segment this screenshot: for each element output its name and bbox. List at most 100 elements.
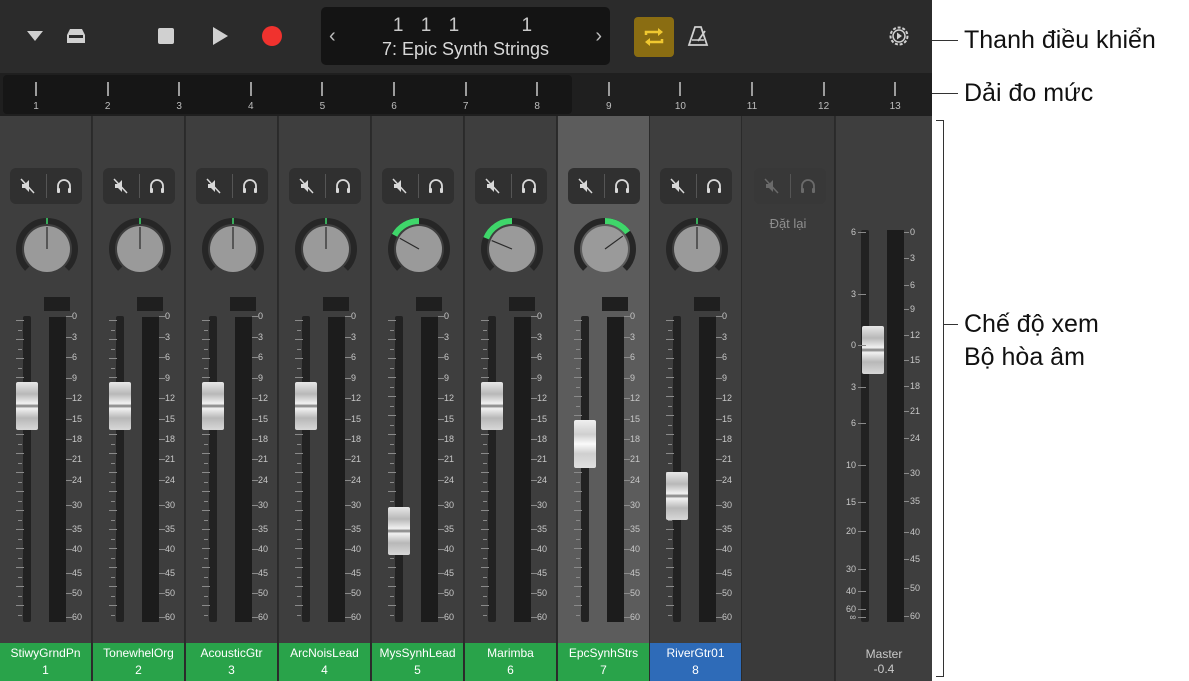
channel-strip-5[interactable]: 0 3 6 9 12 15 18 21 24 30 35 40 45 50 60 MysSynhLead 5: [372, 116, 464, 681]
track-name-plate[interactable]: AcousticGtr 3: [186, 643, 277, 681]
chevron-down-icon[interactable]: [19, 20, 51, 52]
channel-strip-2[interactable]: 0 3 6 9 12 15 18 21 24 30 35 40 45 50 60 TonewhelOrg 2: [93, 116, 185, 681]
fader-track[interactable]: [673, 316, 681, 622]
metronome-icon[interactable]: [682, 20, 714, 52]
fader-tick: [297, 500, 301, 502]
fader-track[interactable]: [488, 316, 496, 622]
track-name: EpcSynhStrs: [568, 646, 639, 660]
pan-knob[interactable]: [200, 216, 266, 282]
settings-icon[interactable]: [883, 20, 915, 52]
master-volume-fader[interactable]: [862, 326, 884, 374]
mute-icon[interactable]: [660, 168, 696, 204]
volume-fader[interactable]: [388, 507, 410, 555]
headphones-icon[interactable]: [139, 168, 175, 204]
reset-label[interactable]: Đặt lại: [742, 216, 834, 231]
record-icon[interactable]: [256, 20, 288, 52]
track-name-plate[interactable]: ArcNoisLead 4: [279, 643, 370, 681]
meter-strip-label: 7: [462, 101, 469, 112]
headphones-icon[interactable]: [696, 168, 732, 204]
fader-track[interactable]: [209, 316, 217, 622]
mute-icon[interactable]: [289, 168, 325, 204]
track-name-plate[interactable]: EpcSynhStrs 7: [558, 643, 649, 681]
cycle-icon[interactable]: [634, 17, 674, 57]
volume-fader[interactable]: [295, 382, 317, 430]
volume-fader[interactable]: [202, 382, 224, 430]
fader-track[interactable]: [395, 316, 403, 622]
fader-tick: [295, 510, 303, 511]
stop-icon[interactable]: [150, 20, 182, 52]
fader-track[interactable]: [23, 316, 31, 622]
fader-tick: [16, 472, 24, 473]
mute-icon[interactable]: [10, 168, 46, 204]
channel-strip-8[interactable]: 0 3 6 9 12 15 18 21 24 30 35 40 45 50 60 RiverGtr01 8: [650, 116, 742, 681]
mute-icon[interactable]: [568, 168, 604, 204]
fader-track[interactable]: [581, 316, 589, 622]
pan-knob[interactable]: [572, 216, 638, 282]
master-left-tick: [858, 387, 866, 388]
fader-tick: [574, 586, 582, 587]
track-name-plate[interactable]: TonewhelOrg 2: [93, 643, 184, 681]
mute-icon[interactable]: [196, 168, 232, 204]
pan-knob[interactable]: [293, 216, 359, 282]
channel-strip-6[interactable]: 0 3 6 9 12 15 18 21 24 30 35 40 45 50 60 Marimba 6: [465, 116, 557, 681]
master-left-scale-label: 20: [845, 526, 856, 536]
headphones-icon[interactable]: [232, 168, 268, 204]
fader-tick: [109, 434, 117, 435]
tray-icon[interactable]: [60, 20, 92, 52]
channel-strip-3[interactable]: 0 3 6 9 12 15 18 21 24 30 35 40 45 50 60 AcousticGtr 3: [186, 116, 278, 681]
fader-tick: [668, 595, 672, 597]
fader-tick: [18, 576, 22, 578]
pan-knob[interactable]: [14, 216, 80, 282]
headphones-icon[interactable]: [511, 168, 547, 204]
lcd-display[interactable]: ‹ 1 1 1 1 7: Epic Synth Strings ›: [321, 7, 610, 65]
track-name-plate[interactable]: StiwyGrndPn 1: [0, 643, 91, 681]
fader-tick: [109, 605, 117, 606]
headphones-icon[interactable]: [418, 168, 454, 204]
track-number: 7: [600, 663, 607, 677]
headphones-icon[interactable]: [604, 168, 640, 204]
channel-strip-1[interactable]: 0 3 6 9 12 15 18 21 24 30 35 40 45 50 60 StiwyGrndPn 1: [0, 116, 92, 681]
play-icon[interactable]: [204, 20, 236, 52]
pan-knob[interactable]: [386, 216, 452, 282]
channel-meter-9: [607, 82, 610, 96]
track-name-plate[interactable]: MysSynhLead 5: [372, 643, 463, 681]
fader-tick: [18, 348, 22, 350]
db-scale-label: 30: [351, 500, 362, 510]
db-scale-label: 0: [537, 311, 543, 321]
channel-strip-4[interactable]: 0 3 6 9 12 15 18 21 24 30 35 40 45 50 60 ArcNoisLead 4: [279, 116, 371, 681]
channel-strip-7[interactable]: 0 3 6 9 12 15 18 21 24 30 35 40 45 50 60 EpcSynhStrs 7: [558, 116, 650, 681]
track-name-plate[interactable]: RiverGtr01 8: [650, 643, 741, 681]
volume-fader[interactable]: [666, 472, 688, 520]
fader-track[interactable]: [302, 316, 310, 622]
master-fader-track[interactable]: [861, 230, 869, 622]
fader-tick: [390, 500, 394, 502]
track-name: AcousticGtr: [200, 646, 263, 660]
mute-icon[interactable]: [382, 168, 418, 204]
next-track-icon[interactable]: ›: [595, 25, 602, 48]
fader-tick: [202, 320, 210, 321]
fader-tick: [295, 472, 303, 473]
master-left-scale-label: 10: [845, 460, 856, 470]
headphones-icon[interactable]: [46, 168, 82, 204]
volume-fader[interactable]: [16, 382, 38, 430]
pan-knob[interactable]: [664, 216, 730, 282]
fader-track[interactable]: [116, 316, 124, 622]
track-name-plate[interactable]: Marimba 6: [465, 643, 556, 681]
mute-icon[interactable]: [475, 168, 511, 204]
volume-fader[interactable]: [574, 420, 596, 468]
pan-knob[interactable]: [479, 216, 545, 282]
fader-tick: [202, 548, 210, 549]
channel-meter-3: [178, 82, 181, 96]
volume-fader[interactable]: [481, 382, 503, 430]
level-meter-strip[interactable]: 1 2 3 4 5 6 7 8 9 10 11 12 13: [0, 73, 932, 116]
fader-tick: [111, 519, 115, 521]
volume-fader[interactable]: [109, 382, 131, 430]
pan-knob[interactable]: [107, 216, 173, 282]
fader-tick: [18, 538, 22, 540]
fader-tick: [111, 538, 115, 540]
mute-icon[interactable]: [103, 168, 139, 204]
headphones-icon[interactable]: [325, 168, 361, 204]
master-left-tick: [858, 591, 866, 592]
db-scale-label: 3: [258, 332, 264, 342]
fader-tick: [388, 453, 396, 454]
